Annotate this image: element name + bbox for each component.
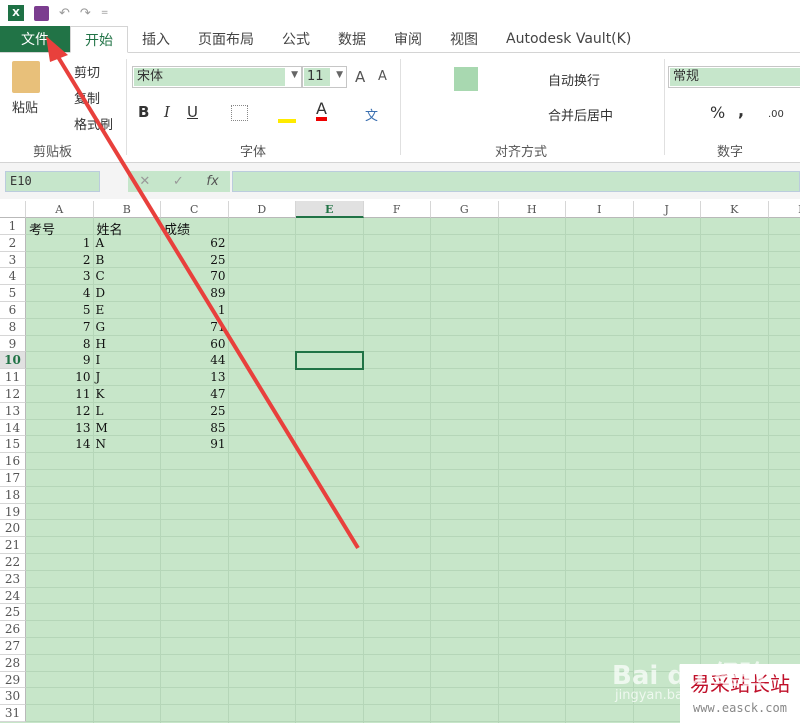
red-arrow-annotation	[46, 36, 360, 550]
